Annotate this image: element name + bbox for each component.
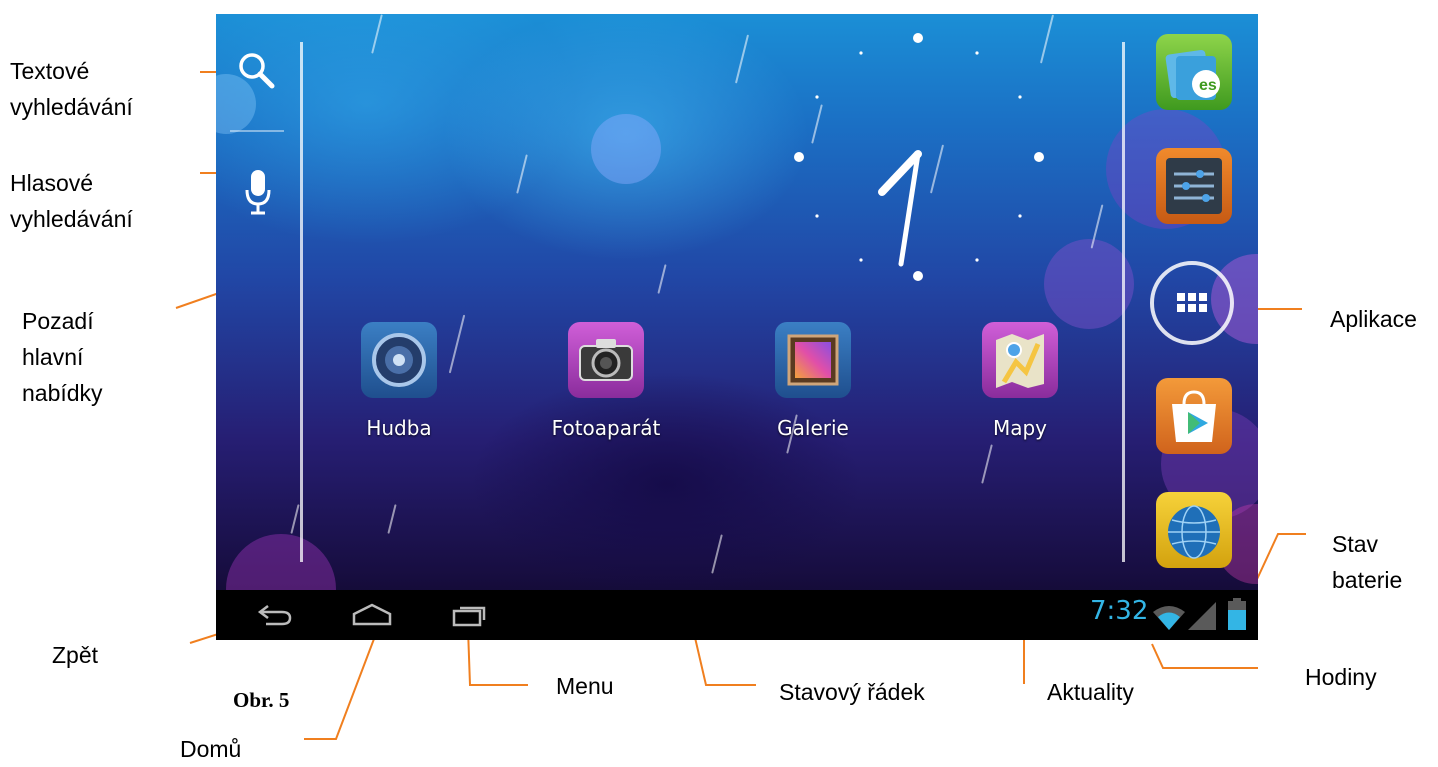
wallpaper-bokeh xyxy=(591,114,661,184)
callout-apps: Aplikace xyxy=(1330,306,1417,332)
callout-back: Zpět xyxy=(52,642,99,668)
search-icon[interactable] xyxy=(236,50,276,90)
signal-icon xyxy=(1188,602,1216,630)
search-bar-divider xyxy=(300,42,303,562)
analog-clock-widget[interactable] xyxy=(788,30,1048,290)
wallpaper-streak xyxy=(387,504,397,534)
wallpaper-streak xyxy=(734,34,750,84)
callout-home: Domů xyxy=(180,736,242,762)
figure-label: Obr. 5 xyxy=(233,688,290,712)
callout-status-bar: Stavový řádek xyxy=(779,679,925,705)
wallpaper-bokeh xyxy=(1044,239,1134,329)
play-store-icon[interactable] xyxy=(1156,378,1232,454)
wifi-icon xyxy=(1152,604,1186,630)
settings-icon[interactable] xyxy=(1156,148,1232,224)
wallpaper-streak xyxy=(516,154,528,194)
wallpaper-streak xyxy=(711,534,723,574)
app-camera[interactable]: Fotoaparát xyxy=(536,322,676,440)
status-bar: 7:32 xyxy=(216,590,1258,640)
speaker-icon xyxy=(361,322,437,398)
browser-globe-icon[interactable] xyxy=(1156,492,1232,568)
battery-icon xyxy=(1228,598,1246,630)
wallpaper-streak xyxy=(981,444,993,484)
home-screen: Hudba Fotoaparát Galerie Mapy es 7:32 xyxy=(216,14,1258,640)
callout-wallpaper: Pozadí hlavní nabídky xyxy=(22,308,103,406)
maps-icon xyxy=(982,322,1058,398)
wallpaper-streak xyxy=(371,14,383,54)
callout-battery: Stav baterie xyxy=(1332,531,1403,593)
camera-icon xyxy=(568,322,644,398)
mic-icon[interactable] xyxy=(244,168,272,218)
wallpaper-streak xyxy=(657,264,667,294)
app-music[interactable]: Hudba xyxy=(329,322,469,440)
wallpaper-streak xyxy=(290,504,300,534)
callout-clock: Hodiny xyxy=(1305,664,1377,690)
callout-text-search: Textové vyhledávání xyxy=(10,58,133,120)
home-button[interactable] xyxy=(350,600,394,630)
callout-voice-search: Hlasové vyhledávání xyxy=(10,170,133,232)
gallery-icon xyxy=(775,322,851,398)
callout-notifications: Aktuality xyxy=(1047,679,1134,705)
app-maps[interactable]: Mapy xyxy=(950,322,1090,440)
svg-text:es: es xyxy=(1199,77,1217,94)
callout-menu: Menu xyxy=(556,673,614,699)
dock-divider xyxy=(1122,42,1125,562)
app-gallery[interactable]: Galerie xyxy=(743,322,883,440)
recent-apps-button[interactable] xyxy=(448,600,492,630)
status-clock[interactable]: 7:32 xyxy=(1090,596,1148,626)
all-apps-icon[interactable] xyxy=(1150,261,1234,345)
search-separator xyxy=(230,130,284,132)
back-button[interactable] xyxy=(252,600,296,630)
es-file-explorer-icon[interactable]: es xyxy=(1156,34,1232,110)
